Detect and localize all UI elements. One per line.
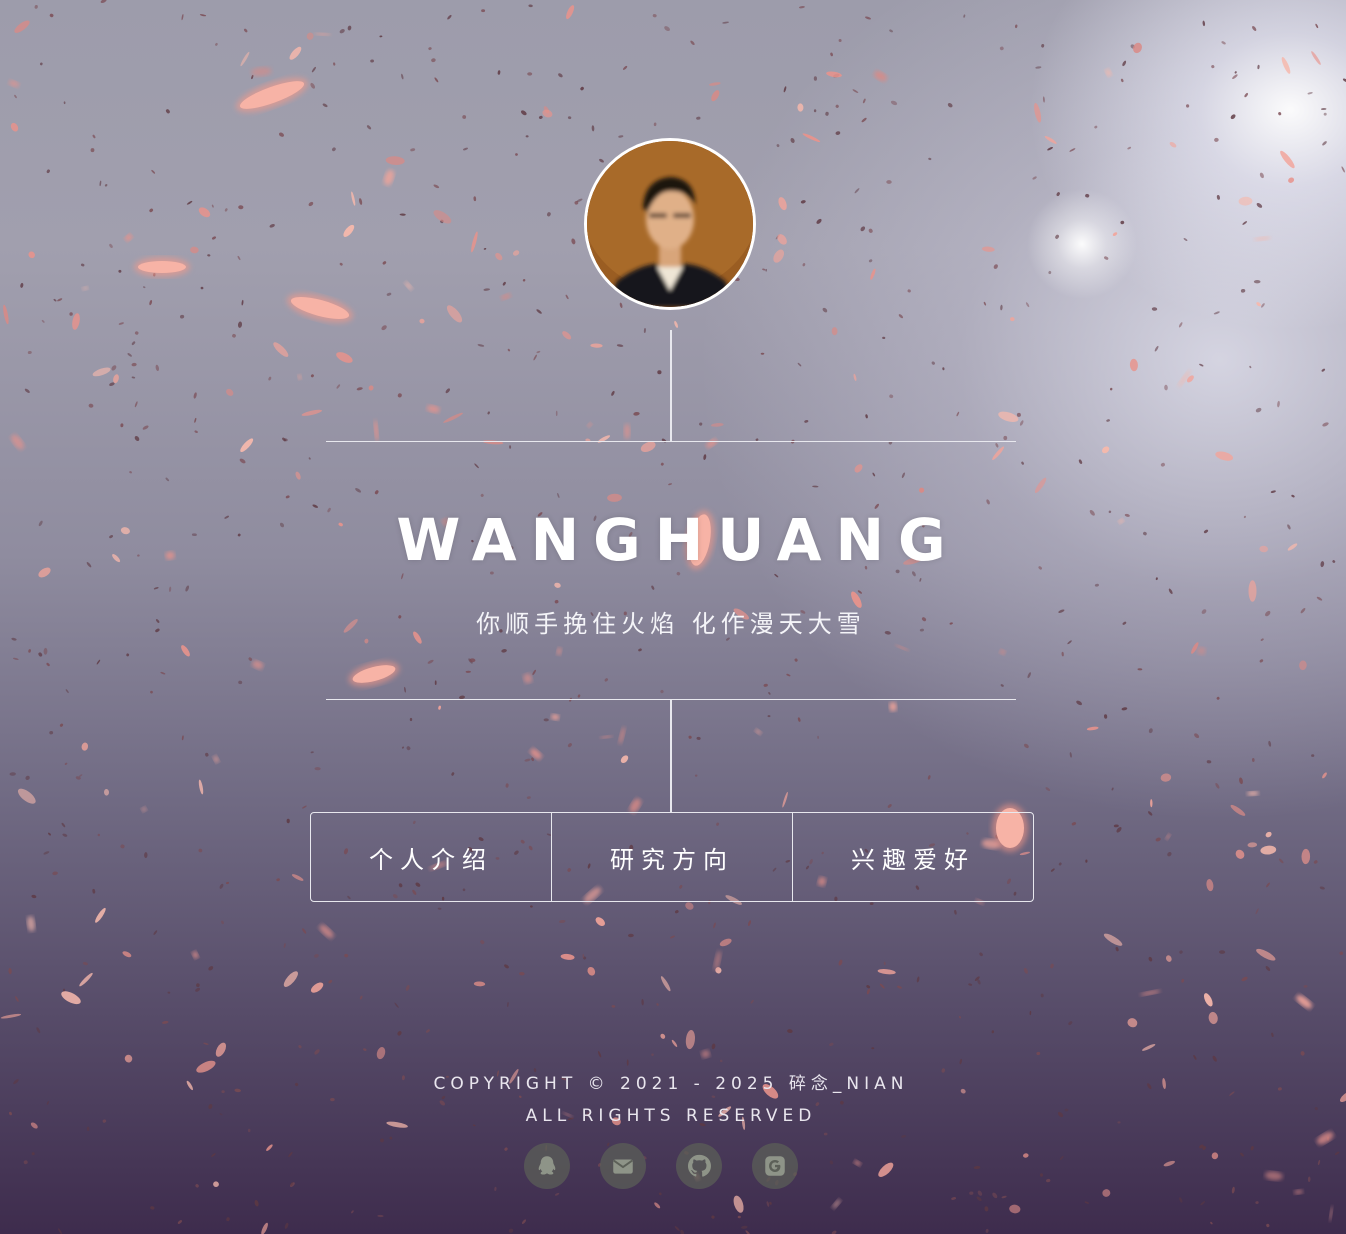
main-nav: 个人介绍 研究方向 兴趣爱好 bbox=[310, 812, 1034, 902]
motto: 你顺手挽住火焰 化作漫天大雪 bbox=[476, 610, 866, 638]
mail-link[interactable] bbox=[600, 1143, 646, 1189]
nav-item-about[interactable]: 个人介绍 bbox=[311, 813, 551, 901]
avatar[interactable] bbox=[584, 138, 756, 310]
github-icon bbox=[687, 1154, 711, 1177]
avatar-photo bbox=[587, 141, 753, 307]
nav-item-research[interactable]: 研究方向 bbox=[551, 813, 792, 901]
qq-link[interactable] bbox=[524, 1143, 570, 1189]
page-title: WANGHUANG bbox=[396, 506, 960, 574]
divider-top bbox=[326, 441, 1016, 442]
mail-icon bbox=[613, 1159, 633, 1174]
qq-icon bbox=[538, 1156, 556, 1175]
google-icon bbox=[765, 1156, 785, 1176]
github-link[interactable] bbox=[676, 1143, 722, 1189]
connector-bottom bbox=[670, 700, 672, 812]
nav-item-hobbies[interactable]: 兴趣爱好 bbox=[792, 813, 1033, 901]
connector-top bbox=[670, 330, 672, 442]
footer-text: COPYRIGHT © 2021 - 2025 碎念_NIAN ALL RIGH… bbox=[326, 1068, 1016, 1132]
copyright-text: COPYRIGHT © 2021 - 2025 碎念_NIAN bbox=[433, 1074, 909, 1094]
rights-text: ALL RIGHTS RESERVED bbox=[525, 1106, 817, 1126]
social-links bbox=[524, 1143, 824, 1191]
google-link[interactable] bbox=[752, 1143, 798, 1189]
